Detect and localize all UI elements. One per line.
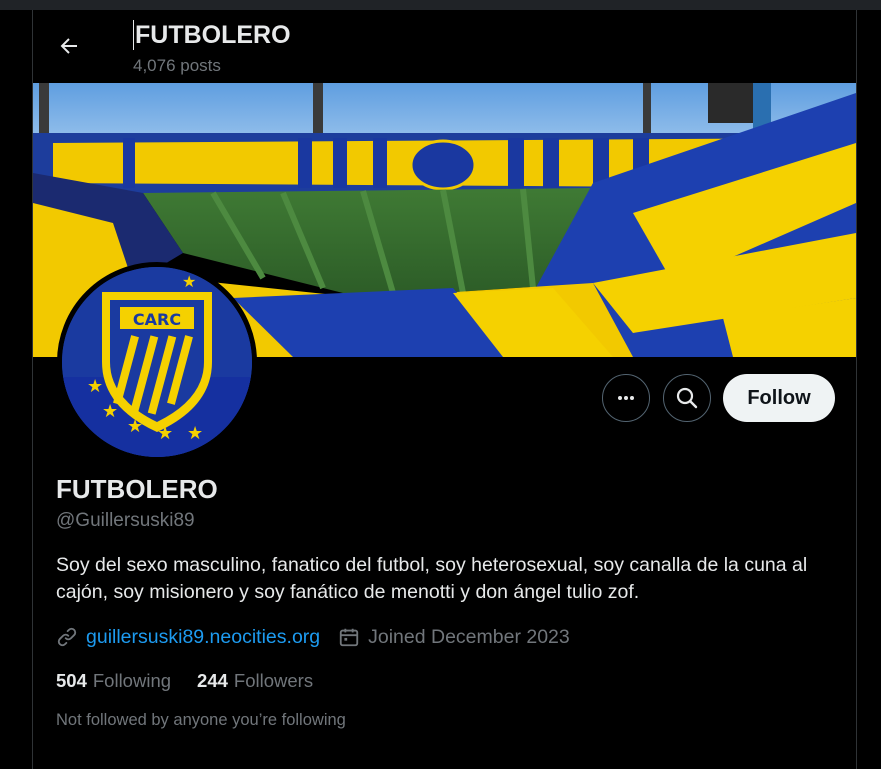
joined-item: Joined December 2023 [338,626,570,649]
svg-text:★: ★ [87,376,103,397]
followers-label: Followers [233,670,314,691]
more-horizontal-icon [618,396,634,400]
display-name: FUTBOLERO [56,474,218,504]
profile-avatar[interactable]: CARC ★ ★ ★ ★ ★ ★ [57,262,257,462]
browser-top-strip [0,0,881,10]
website-link[interactable]: guillersuski89.neocities.org [86,626,320,649]
followers-stat[interactable]: 244 Followers [197,670,313,692]
search-icon [676,387,698,409]
profile-meta: guillersuski89.neocities.org Joined Dece… [56,624,588,650]
follow-button[interactable]: Follow [723,374,835,422]
followers-count: 244 [197,670,228,691]
calendar-icon [339,628,359,647]
more-options-button[interactable] [602,374,650,422]
profile-header: FUTBOLERO 4,076 posts [33,10,856,82]
club-crest-avatar: CARC ★ ★ ★ ★ ★ ★ [62,267,252,457]
profile-bio: Soy del sexo masculino, fanatico del fut… [56,554,808,603]
follow-stats: 504 Following 244 Followers [56,670,339,692]
following-label: Following [92,670,172,691]
header-title: FUTBOLERO [133,20,291,50]
joined-date: Joined December 2023 [368,625,570,648]
arrow-left-icon [60,38,77,54]
following-stat[interactable]: 504 Following [56,670,171,692]
svg-text:★: ★ [127,416,143,437]
profile-column: FUTBOLERO 4,076 posts CARC ★ ★ ★ ★ ★ ★ F… [32,10,857,769]
website-item: guillersuski89.neocities.org [56,626,320,649]
svg-text:★: ★ [157,423,173,444]
search-profile-button[interactable] [663,374,711,422]
svg-text:★: ★ [102,401,118,422]
back-button[interactable] [51,28,87,64]
following-count: 504 [56,670,87,691]
svg-text:★: ★ [182,272,196,291]
mutual-followers-note: Not followed by anyone you’re following [56,711,346,729]
crest-text: CARC [133,310,181,329]
svg-text:★: ★ [187,423,203,444]
user-handle: @Guillersuski89 [56,510,195,531]
link-icon [57,627,77,647]
post-count: 4,076 posts [133,56,221,75]
